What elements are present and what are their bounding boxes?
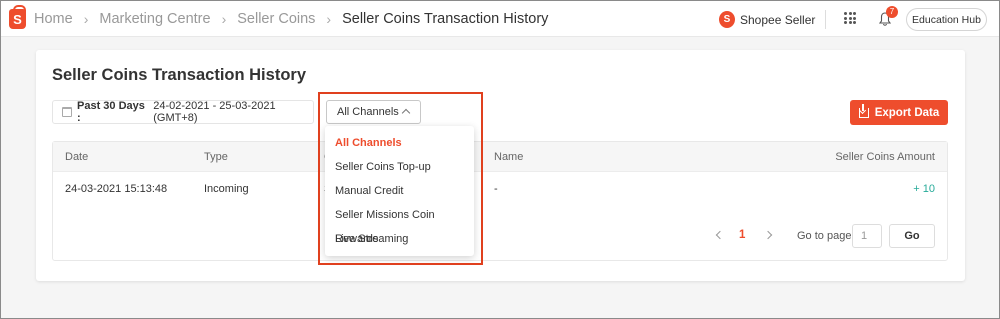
column-header-amount: Seller Coins Amount	[835, 151, 935, 163]
column-header-date: Date	[65, 151, 89, 163]
transactions-table: Date Type C Name Seller Coins Amount 24-…	[52, 141, 948, 261]
column-header-name: Name	[494, 151, 524, 163]
go-button[interactable]: Go	[889, 224, 935, 248]
chevron-right-icon: ›	[83, 11, 89, 27]
cell-date: 24-03-2021 15:13:48	[65, 183, 168, 195]
download-icon	[858, 103, 869, 118]
pagination: 1 Go to page 1 Go	[53, 224, 947, 248]
cell-type: Incoming	[204, 183, 249, 195]
highlight-box	[318, 92, 483, 265]
breadcrumb-home[interactable]: Home	[34, 11, 73, 27]
column-header-type: Type	[204, 151, 228, 163]
page-title: Seller Coins Transaction History	[52, 66, 306, 84]
education-hub-button[interactable]: Education Hub	[906, 8, 987, 31]
cell-amount: + 10	[913, 183, 935, 195]
apps-grid-icon[interactable]	[844, 12, 856, 24]
transaction-history-card: Seller Coins Transaction History Past 30…	[36, 50, 965, 281]
calendar-icon	[62, 107, 72, 117]
cell-name: -	[494, 183, 498, 195]
date-range-picker[interactable]: Past 30 Days : 24-02-2021 - 25-03-2021 (…	[52, 100, 314, 124]
date-range-value: 24-02-2021 - 25-03-2021 (GMT+8)	[153, 100, 276, 124]
chevron-right-icon[interactable]	[763, 230, 773, 240]
export-data-button[interactable]: Export Data	[850, 100, 948, 125]
goto-page-label: Go to page	[797, 230, 852, 242]
chevron-right-icon: ›	[221, 11, 227, 27]
goto-page-input[interactable]: 1	[852, 224, 882, 248]
current-page-number[interactable]: 1	[739, 229, 745, 241]
table-row: 24-03-2021 15:13:48 Incoming S - + 10	[53, 173, 947, 205]
breadcrumb-marketing-centre[interactable]: Marketing Centre	[99, 11, 210, 27]
shopee-logo-icon[interactable]: S	[9, 5, 26, 29]
chevron-left-icon[interactable]	[715, 230, 725, 240]
chevron-right-icon: ›	[326, 11, 332, 27]
breadcrumb-current: Seller Coins Transaction History	[342, 11, 549, 27]
top-bar: S Home › Marketing Centre › Seller Coins…	[1, 1, 999, 37]
export-data-label: Export Data	[874, 106, 940, 119]
brand-label[interactable]: Shopee Seller	[740, 13, 815, 27]
shopee-seller-logo-icon[interactable]: S	[719, 11, 735, 28]
divider	[825, 10, 826, 29]
date-range-label: Past 30 Days :	[77, 100, 145, 124]
table-header: Date Type C Name Seller Coins Amount	[53, 142, 947, 172]
breadcrumb: Home › Marketing Centre › Seller Coins ›…	[34, 1, 548, 37]
notification-badge: 7	[886, 6, 898, 18]
breadcrumb-seller-coins[interactable]: Seller Coins	[237, 11, 315, 27]
